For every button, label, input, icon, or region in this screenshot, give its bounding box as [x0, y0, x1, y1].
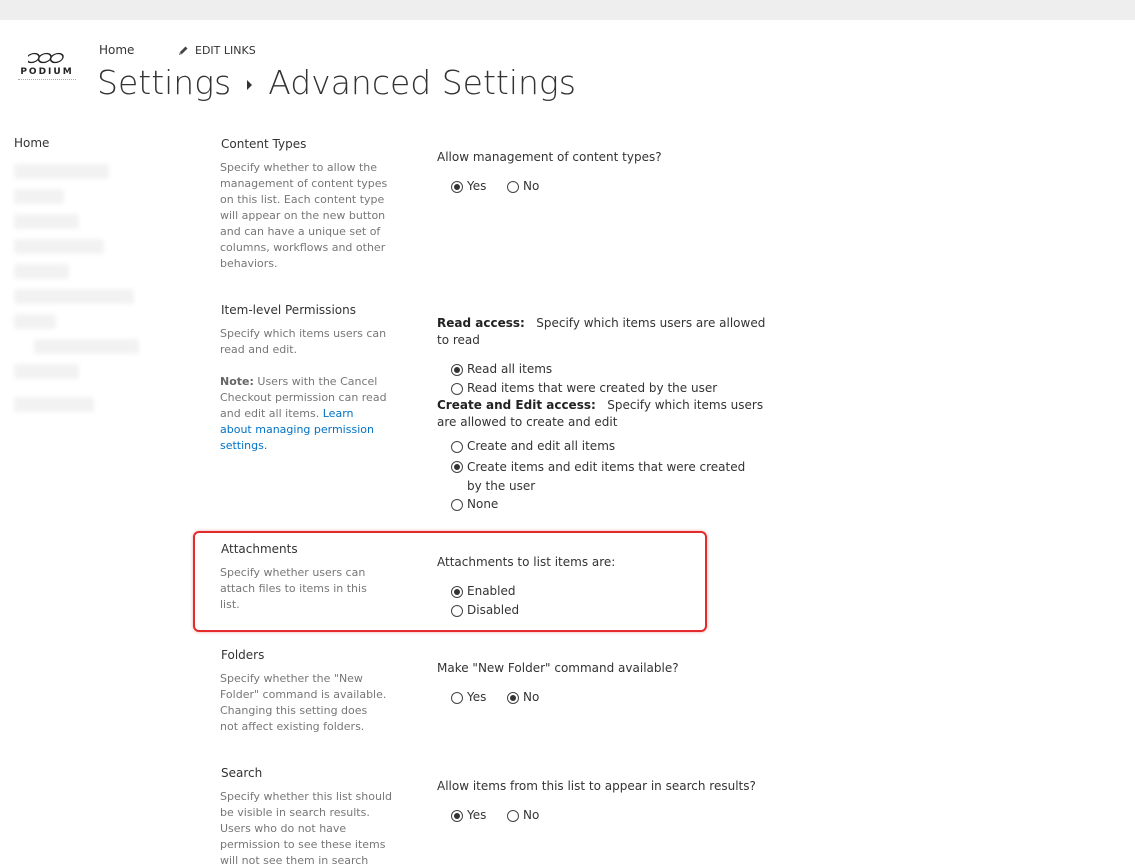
section-desc-folders: Specify whether the "New Folder" command… — [220, 672, 387, 733]
radio-unselected-icon — [451, 383, 463, 395]
quicklaunch-item-home[interactable]: Home — [14, 136, 184, 154]
edit-links-label: EDIT LINKS — [195, 44, 256, 57]
page-title: Settings Advanced Settings — [97, 63, 576, 102]
folders-no-radio[interactable]: No — [507, 689, 539, 706]
breadcrumb-home-link[interactable]: Home — [99, 43, 134, 57]
quicklaunch-item-redacted[interactable] — [14, 189, 64, 204]
edit-access-label: Create and Edit access: — [437, 398, 596, 412]
edit-links-button[interactable]: EDIT LINKS — [177, 44, 256, 57]
radio-selected-icon — [451, 461, 463, 473]
section-title-folders: Folders — [221, 648, 265, 662]
quicklaunch-item-redacted[interactable] — [14, 264, 69, 279]
question-search: Allow items from this list to appear in … — [437, 779, 756, 793]
radio-selected-icon — [451, 586, 463, 598]
pencil-icon — [179, 46, 188, 55]
radio-unselected-icon — [451, 441, 463, 453]
radio-unselected-icon — [451, 692, 463, 704]
title-current-page: Advanced Settings — [268, 63, 576, 102]
section-desc-item-permissions: Specify which items users can read and e… — [220, 327, 387, 356]
attachments-disabled-radio[interactable]: Disabled — [451, 602, 519, 619]
radio-selected-icon — [451, 810, 463, 822]
read-access-label: Read access: — [437, 316, 525, 330]
question-content-types: Allow management of content types? — [437, 150, 662, 164]
edit-access-question: Create and Edit access: Specify which it… — [437, 397, 767, 431]
section-title-item-permissions: Item-level Permissions — [221, 303, 356, 317]
permissions-note: Note: Users with the Cancel Checkout per… — [220, 374, 388, 454]
quicklaunch-item-redacted[interactable] — [14, 289, 134, 304]
search-yes-radio[interactable]: Yes — [451, 807, 486, 824]
radio-unselected-icon — [507, 181, 519, 193]
quicklaunch-item-redacted[interactable] — [34, 339, 139, 354]
title-settings-link[interactable]: Settings — [97, 63, 231, 102]
site-logo[interactable]: PODIUM — [18, 52, 78, 88]
section-title-attachments: Attachments — [221, 542, 298, 556]
read-all-items-radio[interactable]: Read all items — [451, 361, 552, 378]
radio-unselected-icon — [451, 499, 463, 511]
folders-yes-radio[interactable]: Yes — [451, 689, 486, 706]
logo-subtext — [18, 79, 76, 82]
question-folders: Make "New Folder" command available? — [437, 661, 679, 675]
radio-selected-icon — [451, 181, 463, 193]
breadcrumb-arrow-icon — [247, 79, 253, 90]
section-title-search: Search — [221, 766, 263, 780]
content-types-no-radio[interactable]: No — [507, 178, 539, 195]
radio-selected-icon — [451, 364, 463, 376]
read-own-items-radio[interactable]: Read items that were created by the user — [451, 380, 717, 397]
question-attachments: Attachments to list items are: — [437, 555, 616, 569]
quicklaunch-item-redacted[interactable] — [14, 239, 104, 254]
quick-launch-nav: Home — [14, 136, 184, 414]
quicklaunch-item-redacted[interactable] — [14, 164, 109, 179]
section-desc-content-types: Specify whether to allow the management … — [220, 161, 388, 270]
radio-unselected-icon — [451, 605, 463, 617]
section-desc-attachments: Specify whether users can attach files t… — [220, 566, 367, 611]
attachments-enabled-radio[interactable]: Enabled — [451, 583, 516, 600]
radio-unselected-icon — [507, 810, 519, 822]
read-access-question: Read access: Specify which items users a… — [437, 315, 767, 349]
logo-text: PODIUM — [20, 67, 74, 77]
logo-mark-icon — [28, 52, 64, 64]
quicklaunch-edit-links-redacted[interactable] — [14, 397, 94, 412]
note-label: Note: — [220, 375, 254, 388]
edit-own-items-radio[interactable]: Create items and edit items that were cr… — [451, 458, 761, 496]
search-no-radio[interactable]: No — [507, 807, 539, 824]
radio-selected-icon — [507, 692, 519, 704]
section-desc-search: Specify whether this list should be visi… — [220, 790, 392, 864]
edit-none-radio[interactable]: None — [451, 496, 498, 513]
suite-bar — [0, 0, 1135, 20]
edit-all-items-radio[interactable]: Create and edit all items — [451, 438, 615, 455]
quicklaunch-item-redacted[interactable] — [14, 214, 79, 229]
content-types-yes-radio[interactable]: Yes — [451, 178, 486, 195]
quicklaunch-item-redacted[interactable] — [14, 314, 56, 329]
section-title-content-types: Content Types — [221, 137, 307, 151]
quicklaunch-item-redacted[interactable] — [14, 364, 79, 379]
